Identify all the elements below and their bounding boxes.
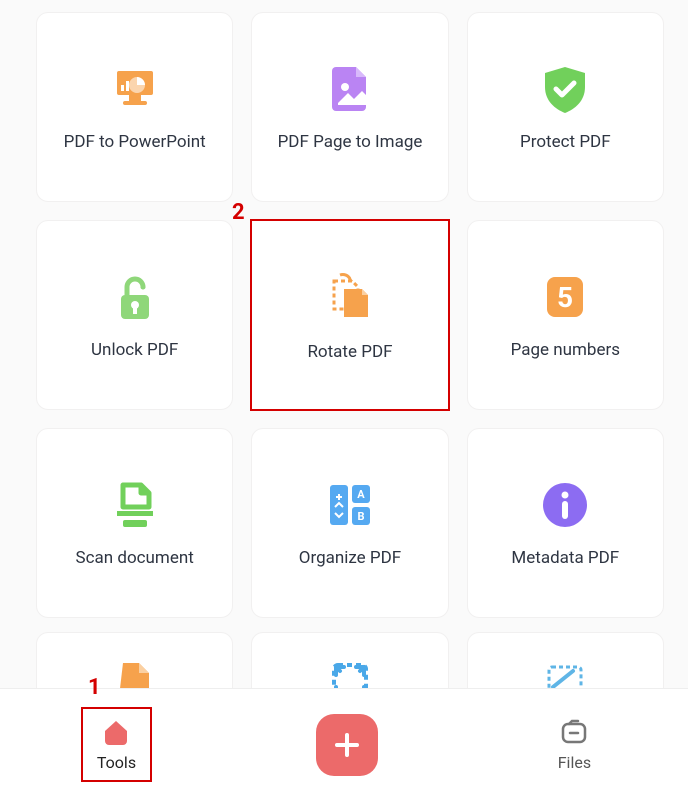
tab-files[interactable]: Files <box>544 709 605 780</box>
tool-grid: PDF to PowerPoint PDF Page to Image Prot… <box>0 0 688 638</box>
tool-scan-document[interactable]: Scan document <box>36 428 233 618</box>
svg-text:A: A <box>357 488 365 501</box>
tool-protect-pdf[interactable]: Protect PDF <box>467 12 664 202</box>
tab-label: Files <box>558 753 591 772</box>
tool-organize-pdf[interactable]: A B Organize PDF <box>251 428 448 618</box>
tool-label: Rotate PDF <box>307 341 392 363</box>
tool-label: Metadata PDF <box>511 547 619 569</box>
scan-icon <box>107 477 163 533</box>
tool-label: PDF Page to Image <box>278 131 423 153</box>
image-icon <box>322 61 378 117</box>
bottom-bar: Tools Files <box>0 688 688 800</box>
organize-icon: A B <box>322 477 378 533</box>
shield-check-icon <box>537 61 593 117</box>
unlock-icon <box>107 269 163 325</box>
tab-label: Tools <box>97 753 136 772</box>
tool-label: PDF to PowerPoint <box>64 131 206 153</box>
rotate-icon <box>320 267 380 327</box>
tool-label: Unlock PDF <box>91 339 178 361</box>
annotation-2: 2 <box>232 200 245 225</box>
folder-icon <box>559 717 589 747</box>
tool-label: Scan document <box>76 547 194 569</box>
svg-text:5: 5 <box>557 281 573 314</box>
svg-text:B: B <box>357 510 364 523</box>
home-icon <box>101 717 131 747</box>
tool-label: Protect PDF <box>520 131 611 153</box>
tool-pdf-to-powerpoint[interactable]: PDF to PowerPoint <box>36 12 233 202</box>
add-button[interactable] <box>316 714 378 776</box>
tool-label: Organize PDF <box>299 547 401 569</box>
annotation-1: 1 <box>88 675 101 700</box>
tool-metadata-pdf[interactable]: Metadata PDF <box>467 428 664 618</box>
page-numbers-icon: 5 <box>537 269 593 325</box>
tool-label: Page numbers <box>511 339 620 361</box>
info-icon <box>537 477 593 533</box>
tool-page-numbers[interactable]: 5 Page numbers <box>467 220 664 410</box>
tool-rotate-pdf[interactable]: Rotate PDF <box>251 220 448 410</box>
tool-pdf-page-to-image[interactable]: PDF Page to Image <box>251 12 448 202</box>
powerpoint-icon <box>107 61 163 117</box>
plus-icon <box>333 731 361 759</box>
tab-tools[interactable]: Tools <box>83 709 150 780</box>
tool-unlock-pdf[interactable]: Unlock PDF <box>36 220 233 410</box>
